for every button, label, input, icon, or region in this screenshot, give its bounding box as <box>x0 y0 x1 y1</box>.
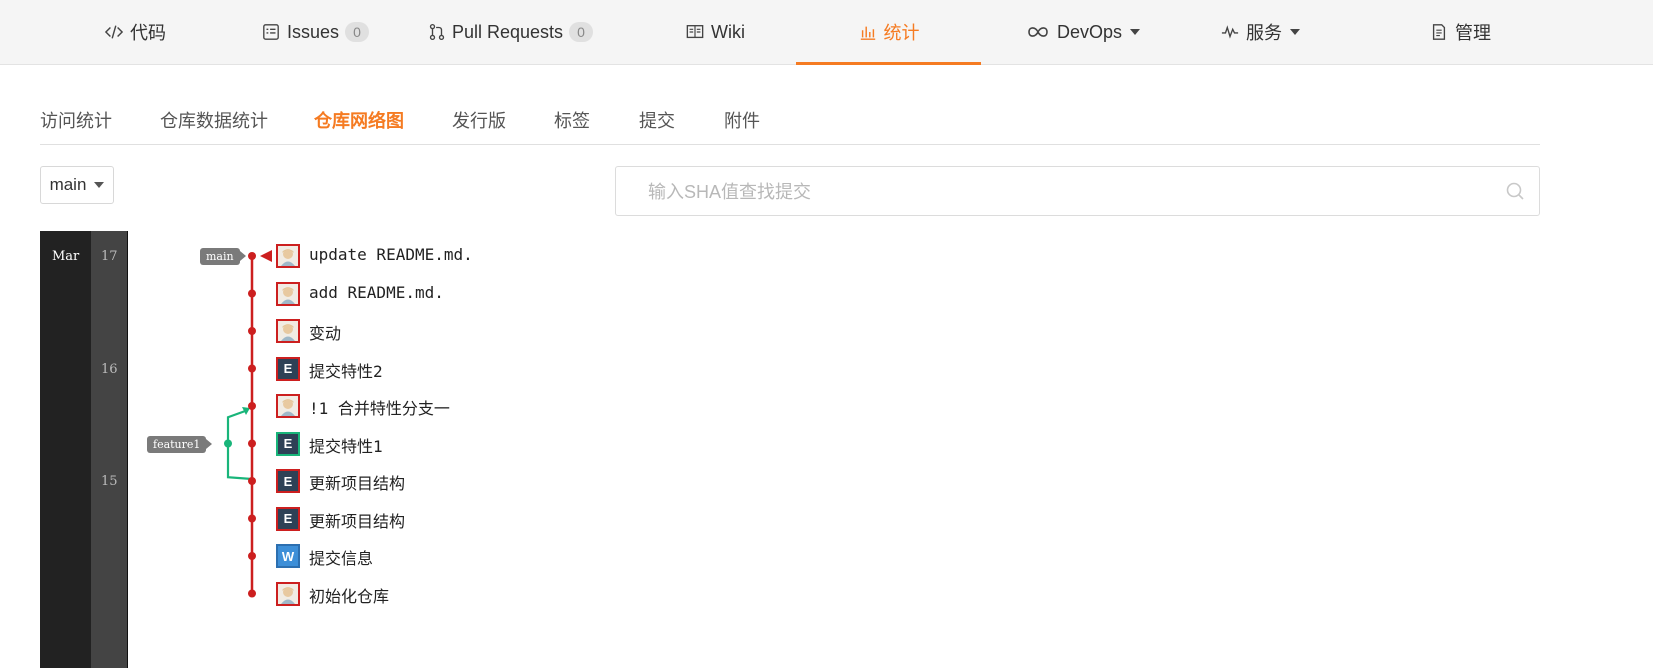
commit-message[interactable]: add README.md. <box>309 283 444 302</box>
commit-message[interactable]: 提交特性1 <box>309 433 383 457</box>
feature1-commit-dot[interactable] <box>224 439 232 448</box>
user-avatar-initial[interactable]: E <box>276 506 300 531</box>
commit-message[interactable]: !1 合并特性分支一 <box>309 395 450 419</box>
commit-dot[interactable] <box>248 514 256 523</box>
user-avatar-initial[interactable]: E <box>276 469 300 493</box>
user-avatar[interactable] <box>276 581 300 606</box>
user-avatar[interactable] <box>276 394 300 418</box>
commit-dot[interactable] <box>248 289 256 298</box>
commit-dot[interactable] <box>248 402 256 410</box>
commit-dot[interactable] <box>248 327 256 335</box>
user-avatar[interactable] <box>276 319 300 343</box>
commit-dot[interactable] <box>248 252 256 260</box>
commit-message[interactable]: 提交信息 <box>309 545 373 569</box>
user-avatar-initial[interactable]: E <box>276 356 300 381</box>
user-avatar[interactable] <box>276 244 300 268</box>
commit-message[interactable]: 变动 <box>309 320 341 344</box>
user-avatar[interactable] <box>276 281 300 306</box>
network-graph <box>224 250 272 598</box>
commit-message[interactable]: 初始化仓库 <box>309 583 389 607</box>
commit-dot[interactable] <box>248 552 256 560</box>
user-avatar-initial[interactable]: E <box>276 431 300 456</box>
commit-message[interactable]: 提交特性2 <box>309 358 383 382</box>
commit-dot[interactable] <box>248 439 256 448</box>
head-arrow-icon <box>260 250 272 262</box>
commit-message[interactable]: 更新项目结构 <box>309 470 405 494</box>
commit-message[interactable]: 更新项目结构 <box>309 508 405 532</box>
commit-message[interactable]: update README.md. <box>309 245 473 264</box>
commit-dot[interactable] <box>248 589 256 598</box>
commit-dot[interactable] <box>248 477 256 485</box>
user-avatar-initial[interactable]: W <box>276 544 300 568</box>
commit-dot[interactable] <box>248 364 256 373</box>
